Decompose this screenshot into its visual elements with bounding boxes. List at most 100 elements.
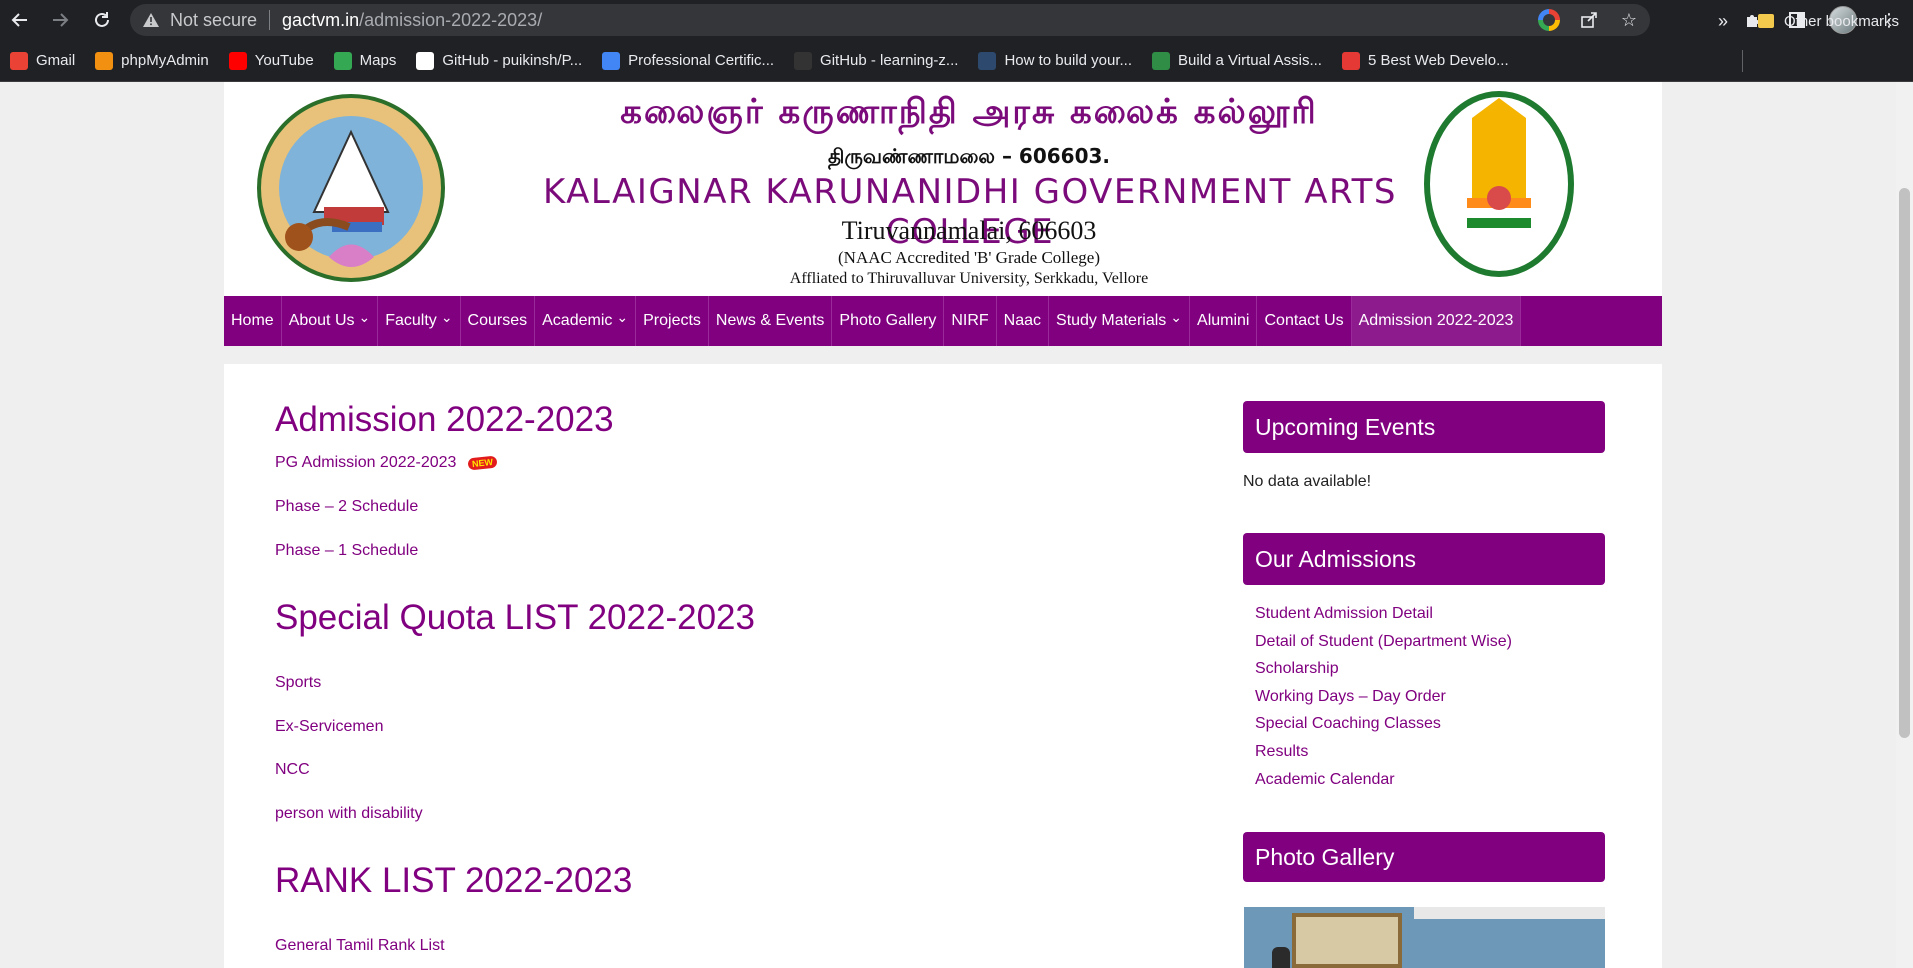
nav-item[interactable]: News & Events <box>709 296 833 346</box>
nav-item[interactable]: Projects <box>636 296 709 346</box>
share-icon[interactable] <box>1578 9 1600 31</box>
admission-link[interactable]: Student Admission Detail <box>1255 600 1605 628</box>
nav-item[interactable]: Admission 2022-2023 <box>1351 296 1522 346</box>
nav-item-label: Faculty <box>385 312 437 329</box>
warning-icon <box>142 12 160 28</box>
pg-admission-link[interactable]: PG Admission 2022-2023 <box>275 454 456 472</box>
bookmark-item[interactable]: GitHub - learning-z... <box>794 46 958 76</box>
url-separator <box>269 10 271 30</box>
no-events-text: No data available! <box>1243 473 1372 490</box>
nav-item-label: Home <box>231 312 274 329</box>
nav-item-label: Alumini <box>1197 312 1250 329</box>
gfg-icon <box>1152 51 1171 70</box>
address-bar[interactable]: Not secure gactvm.in/admission-2022-2023… <box>130 4 1650 36</box>
admission-heading: Admission 2022-2023 <box>275 400 614 439</box>
phase-1-schedule-link[interactable]: Phase – 1 Schedule <box>275 542 418 560</box>
reload-button[interactable] <box>82 0 122 40</box>
bookmarks-separator <box>1742 50 1743 72</box>
nav-item-label: Academic <box>542 312 613 329</box>
bookmark-label: How to build your... <box>1004 52 1133 69</box>
bookmark-item[interactable]: phpMyAdmin <box>95 46 209 76</box>
nav-item[interactable]: Home <box>224 296 282 346</box>
bookmark-item[interactable]: GitHub - puikinsh/P... <box>416 46 582 76</box>
star-bookmark-icon[interactable]: ☆ <box>1618 9 1640 31</box>
special-quota-link[interactable]: Sports <box>275 674 321 692</box>
phase-2-schedule-link[interactable]: Phase – 2 Schedule <box>275 498 418 516</box>
nav-item[interactable]: Naac <box>997 296 1050 346</box>
college-tamil-title: கலைஞர் கருணாநிதி அரசு கலைக் கல்லூரி <box>620 92 1318 132</box>
github-icon <box>416 51 435 70</box>
nav-item-label: Projects <box>643 312 701 329</box>
chevron-down-icon: ⌄ <box>1170 308 1183 325</box>
chevron-down-icon: ⌄ <box>616 308 629 325</box>
nav-item[interactable]: Faculty ⌄ <box>378 296 461 346</box>
upcoming-events-title: Upcoming Events <box>1243 401 1605 453</box>
admission-link[interactable]: Detail of Student (Department Wise) <box>1255 628 1605 656</box>
bookmark-item[interactable]: Gmail <box>10 46 75 76</box>
s-icon <box>1341 51 1360 70</box>
special-quota-link[interactable]: NCC <box>275 761 310 779</box>
nav-item[interactable]: Photo Gallery <box>832 296 945 346</box>
github-icon <box>794 51 813 70</box>
nav-item[interactable]: Courses <box>461 296 536 346</box>
admission-link[interactable]: Scholarship <box>1255 655 1605 683</box>
bookmarks-overflow-button[interactable]: » <box>1718 6 1728 36</box>
nav-item[interactable]: Alumini <box>1190 296 1258 346</box>
bookmark-label: GitHub - learning-z... <box>820 52 959 69</box>
rank-list-heading: RANK LIST 2022-2023 <box>275 861 633 900</box>
scrollbar-thumb[interactable] <box>1899 188 1910 738</box>
nav-item[interactable]: About Us ⌄ <box>282 296 379 346</box>
bookmark-item[interactable]: Professional Certific... <box>602 46 774 76</box>
new-badge-icon: NEW <box>467 455 499 471</box>
phpmyadmin-icon <box>95 51 114 70</box>
gallery-photo-window <box>1292 913 1402 968</box>
arrow-left-icon <box>11 13 27 27</box>
nav-item-label: Contact Us <box>1264 312 1344 329</box>
arrow-right-icon <box>53 13 69 27</box>
special-quota-link[interactable]: person with disability <box>275 805 423 823</box>
admission-link[interactable]: Working Days – Day Order <box>1255 683 1605 711</box>
other-bookmarks-label: Other bookmarks <box>1784 12 1900 30</box>
bookmark-label: Professional Certific... <box>628 52 775 69</box>
admission-link[interactable]: Academic Calendar <box>1255 766 1605 794</box>
special-quota-link[interactable]: Ex-Servicemen <box>275 718 383 736</box>
chevron-down-icon: ⌄ <box>440 308 453 325</box>
college-emblem-logo[interactable] <box>254 92 449 292</box>
admission-link[interactable]: Results <box>1255 738 1605 766</box>
back-button[interactable] <box>0 0 40 40</box>
admission-link[interactable]: Special Coaching Classes <box>1255 710 1605 738</box>
bookmark-label: Gmail <box>36 52 76 69</box>
bookmark-item[interactable]: Build a Virtual Assis... <box>1152 46 1322 76</box>
bookmark-item[interactable]: Maps <box>333 46 397 76</box>
bookmark-item[interactable]: How to build your... <box>978 46 1132 76</box>
page-scrollbar[interactable] <box>1896 82 1913 968</box>
bookmark-item[interactable]: 5 Best Web Develo... <box>1341 46 1509 76</box>
gallery-photo[interactable] <box>1244 907 1605 968</box>
url-host[interactable]: gactvm.in <box>282 10 359 31</box>
not-secure-label[interactable]: Not secure <box>170 10 257 31</box>
other-bookmarks-folder[interactable]: Other bookmarks <box>1756 6 1899 36</box>
admissions-links: Student Admission Detail Detail of Stude… <box>1243 600 1605 793</box>
nav-item-label: Courses <box>467 312 528 329</box>
nav-item[interactable]: Contact Us <box>1257 296 1352 346</box>
bookmark-label: YouTube <box>254 52 314 69</box>
nav-item[interactable]: Academic ⌄ <box>535 296 637 346</box>
gallery-photo-person <box>1272 947 1290 968</box>
bookmark-item[interactable]: YouTube <box>228 46 314 76</box>
bookmarks-bar: Gmail phpMyAdmin YouTube Maps GitHub - puiki… <box>0 40 1913 82</box>
rank-list-link[interactable]: General Tamil Rank List <box>275 937 445 955</box>
browser-toolbar: Not secure gactvm.in/admission-2022-2023… <box>0 0 1913 40</box>
nav-item-label: Photo Gallery <box>839 312 937 329</box>
url-path[interactable]: /admission-2022-2023/ <box>359 10 542 31</box>
bookmark-label: Maps <box>359 52 397 69</box>
pg-admission-row: PG Admission 2022-2023 NEW <box>275 454 499 472</box>
bookmark-label: 5 Best Web Develo... <box>1367 52 1509 69</box>
google-lens-icon[interactable] <box>1538 9 1560 31</box>
maps-icon <box>333 51 352 70</box>
photo-gallery-title: Photo Gallery <box>1243 832 1605 882</box>
nav-item-label: News & Events <box>715 312 825 329</box>
forward-button[interactable] <box>40 0 80 40</box>
nav-item[interactable]: NIRF <box>944 296 997 346</box>
nav-item[interactable]: Study Materials ⌄ <box>1049 296 1191 346</box>
our-admissions-title: Our Admissions <box>1243 533 1605 585</box>
